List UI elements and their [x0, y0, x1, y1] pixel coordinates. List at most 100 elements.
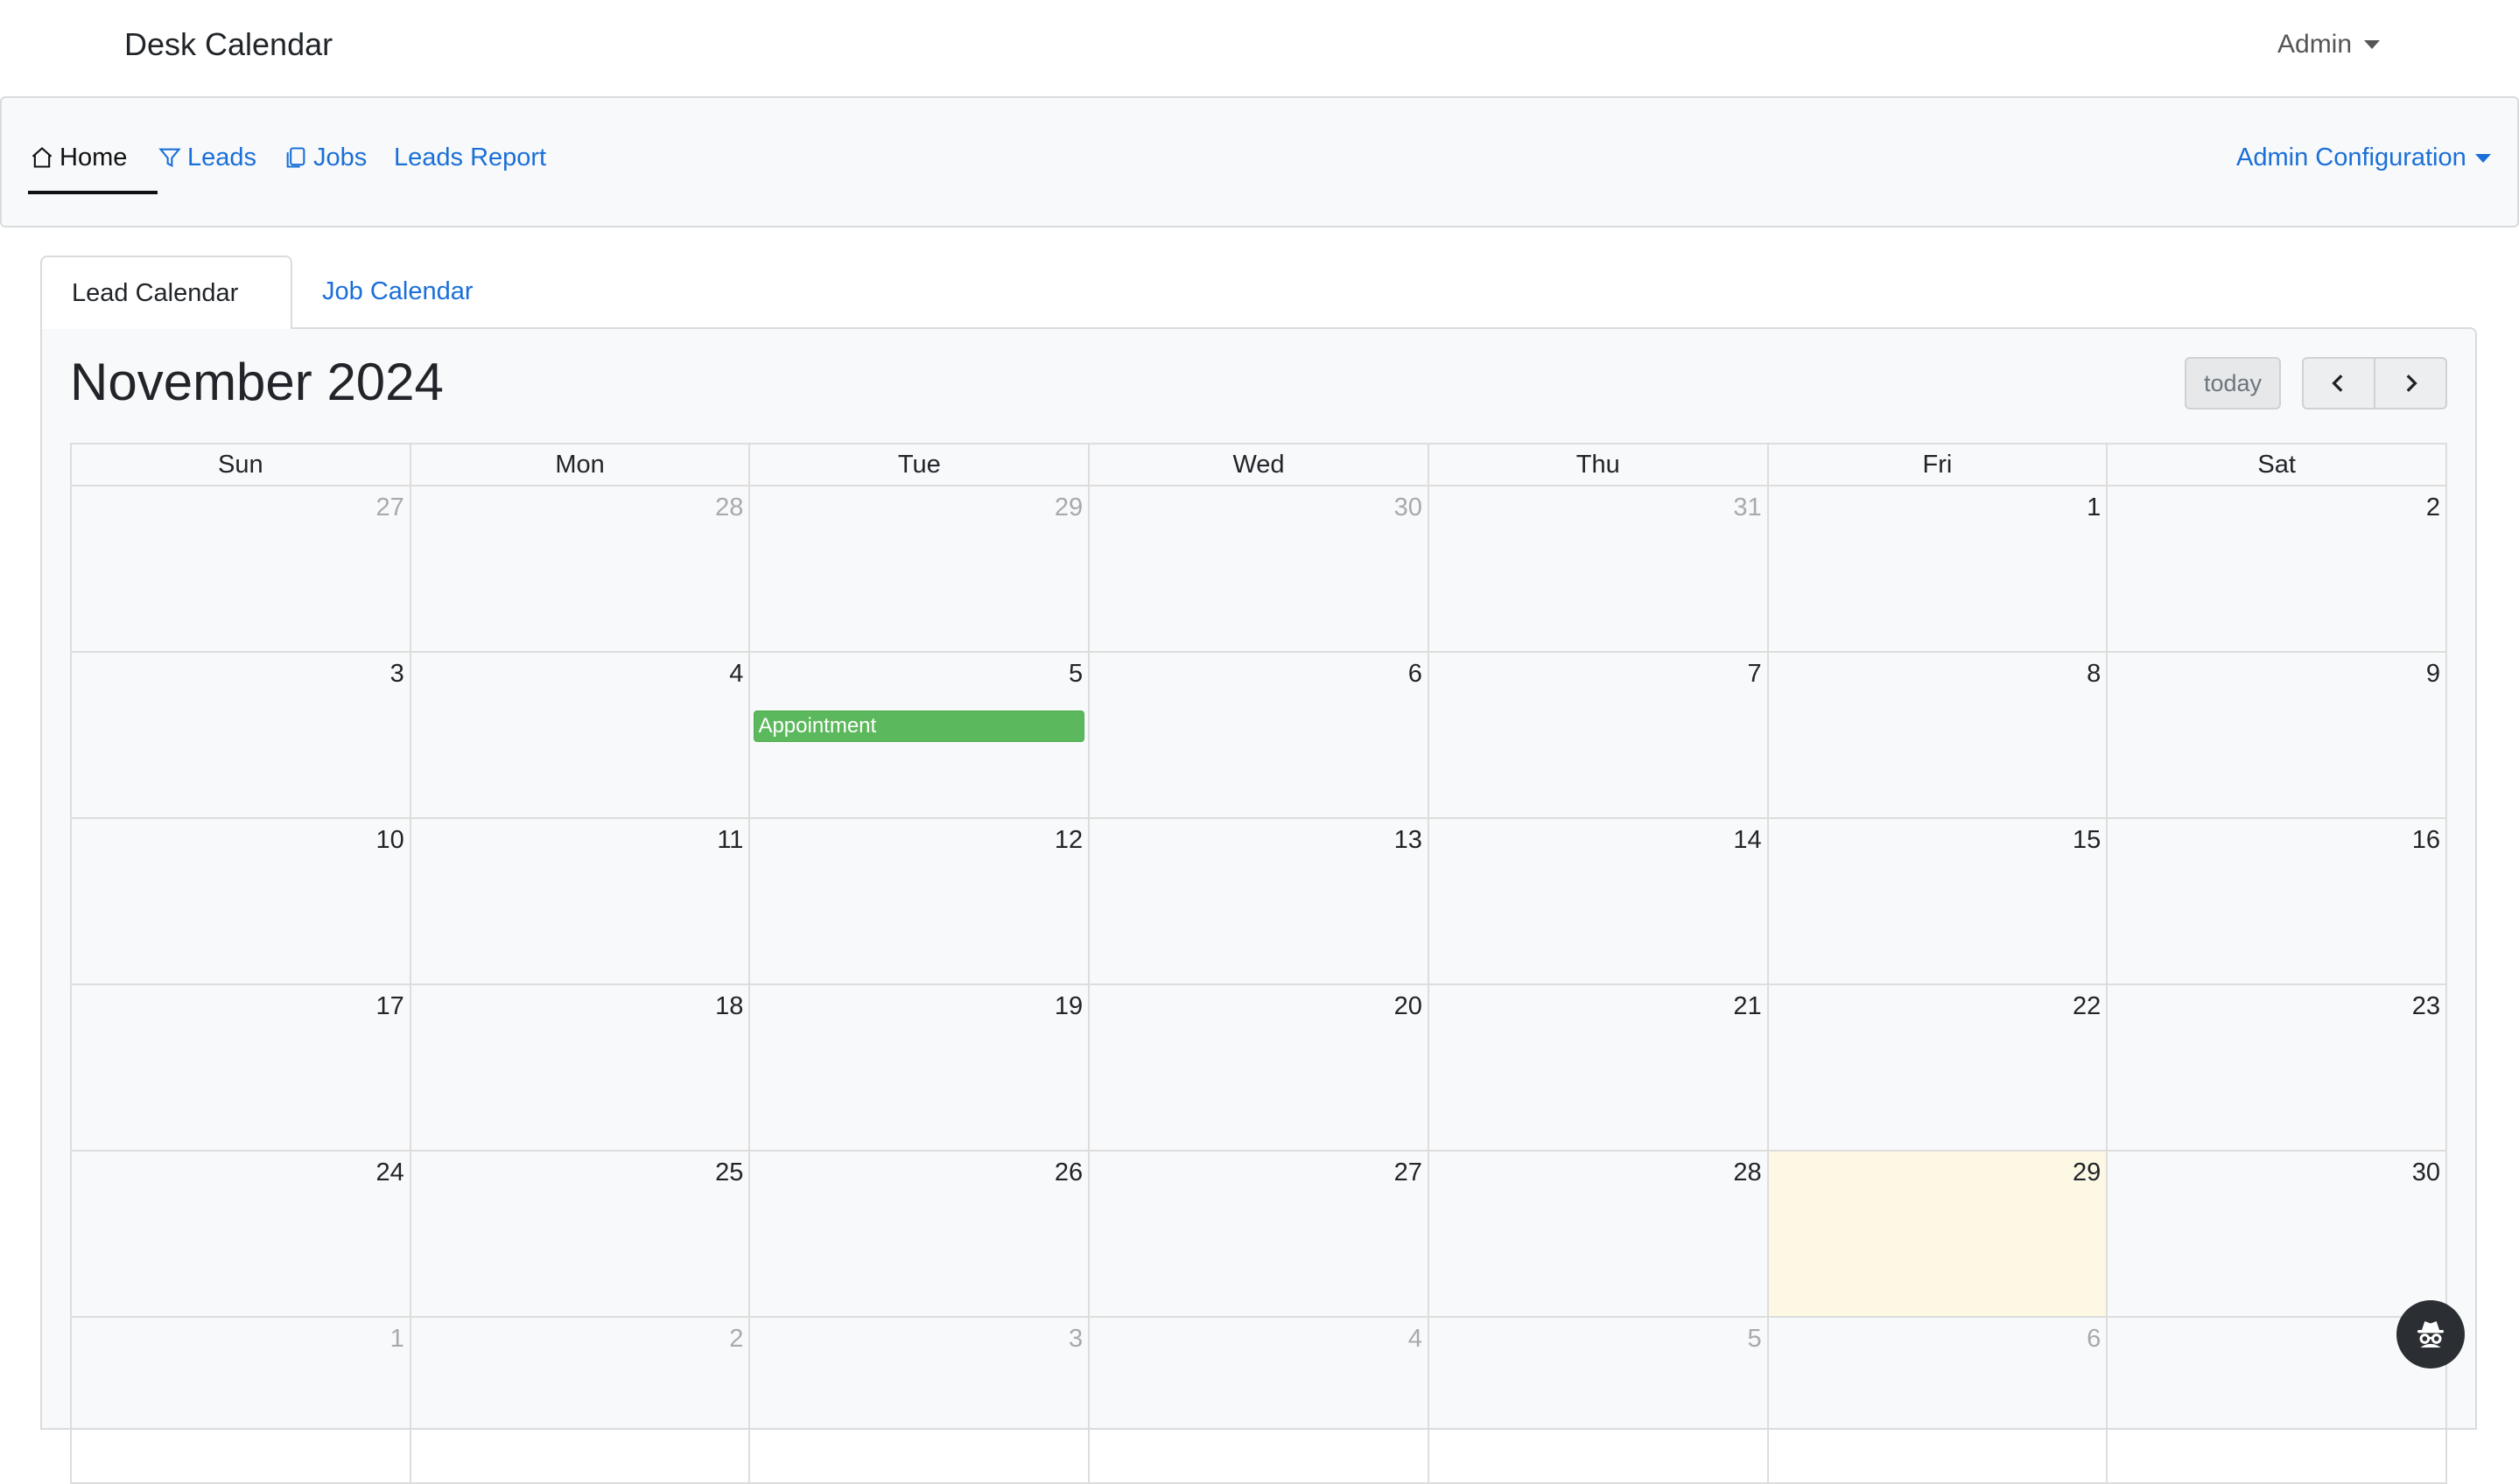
day-cell[interactable]: 28 — [410, 486, 751, 653]
day-number: 3 — [1069, 1325, 1084, 1353]
day-number: 17 — [375, 992, 404, 1020]
calendar-event[interactable]: Appointment — [754, 710, 1085, 742]
day-cell[interactable]: 4 — [1090, 1318, 1429, 1484]
day-number: 27 — [1393, 1158, 1422, 1186]
nav-item-label: Jobs — [313, 143, 368, 172]
day-number: 13 — [1393, 826, 1422, 854]
copy-icon — [286, 147, 305, 168]
nav-item-label: Leads Report — [394, 143, 547, 172]
calendar-grid: Sun Mon Tue Wed Thu Fri Sat 27 28 29 30 31 1 2 3 4 5 App… — [70, 443, 2448, 1484]
calendar-title: November 2024 — [70, 353, 444, 411]
day-cell[interactable]: 16 — [2108, 819, 2448, 985]
prev-next-group — [2302, 357, 2447, 410]
app-title[interactable]: Desk Calendar — [124, 26, 333, 63]
weekday-header: Tue — [750, 444, 1091, 486]
day-number: 7 — [1747, 660, 1762, 688]
day-cell[interactable]: 18 — [410, 985, 751, 1152]
day-cell[interactable]: 19 — [750, 985, 1091, 1152]
active-tab-indicator — [28, 191, 158, 194]
day-cell[interactable]: 23 — [2108, 985, 2448, 1152]
day-cell[interactable]: 27 — [1090, 1152, 1429, 1318]
day-number: 25 — [715, 1158, 744, 1186]
day-number: 30 — [1393, 494, 1422, 522]
nav-item-leads[interactable]: Leads — [158, 140, 256, 175]
user-menu[interactable]: Admin — [2277, 30, 2381, 60]
week-row: 24 25 26 27 28 29 30 — [72, 1152, 2448, 1318]
day-number: 1 — [2087, 494, 2102, 522]
day-number: 23 — [2411, 992, 2441, 1020]
week-row: 10 11 12 13 14 15 16 — [72, 819, 2448, 985]
day-number: 16 — [2411, 826, 2441, 854]
day-cell[interactable]: 9 — [2108, 653, 2448, 819]
day-number: 26 — [1054, 1158, 1084, 1186]
day-cell[interactable]: 6 — [1090, 653, 1429, 819]
day-cell[interactable]: 6 — [1768, 1318, 2109, 1484]
day-number: 5 — [1747, 1325, 1762, 1353]
day-cell[interactable]: 3 — [72, 653, 411, 819]
day-cell[interactable]: 30 — [1090, 486, 1429, 653]
day-cell[interactable]: 20 — [1090, 985, 1429, 1152]
nav-item-home[interactable]: Home — [30, 140, 127, 175]
day-number: 3 — [389, 660, 404, 688]
day-cell[interactable]: 27 — [72, 486, 411, 653]
weekday-header: Fri — [1768, 444, 2109, 486]
day-number: 18 — [715, 992, 744, 1020]
main-nav: Home Leads Jobs Leads Report Admin Confi… — [0, 96, 2519, 228]
admin-configuration-menu[interactable]: Admin Configuration — [2236, 144, 2491, 172]
weekday-header: Sun — [72, 444, 411, 486]
chevron-down-icon — [2364, 40, 2381, 49]
day-cell[interactable]: 2 — [2108, 486, 2448, 653]
day-cell[interactable]: 30 — [2108, 1152, 2448, 1318]
nav-item-jobs[interactable]: Jobs — [284, 140, 367, 175]
day-cell[interactable]: 4 — [410, 653, 751, 819]
day-number: 12 — [1054, 826, 1084, 854]
weekday-header: Wed — [1090, 444, 1429, 486]
day-number: 9 — [2425, 660, 2441, 688]
nav-item-leads-report[interactable]: Leads Report — [394, 140, 546, 175]
day-cell[interactable]: 5 — [1428, 1318, 1769, 1484]
day-number: 14 — [1733, 826, 1762, 854]
day-cell[interactable]: 14 — [1428, 819, 1769, 985]
day-cell[interactable]: 17 — [72, 985, 411, 1152]
day-cell[interactable]: 12 — [750, 819, 1091, 985]
nav-item-label: Home — [60, 143, 128, 172]
today-button[interactable]: today — [2185, 357, 2281, 410]
day-cell[interactable]: 26 — [750, 1152, 1091, 1318]
day-cell[interactable]: 2 — [410, 1318, 751, 1484]
day-number: 2 — [2425, 494, 2441, 522]
admin-configuration-label: Admin Configuration — [2236, 144, 2466, 172]
day-cell[interactable]: 7 — [2108, 1318, 2448, 1484]
day-number: 21 — [1733, 992, 1762, 1020]
day-number: 1 — [389, 1325, 404, 1353]
day-cell[interactable]: 3 — [750, 1318, 1091, 1484]
prev-month-button[interactable] — [2302, 357, 2375, 410]
day-cell[interactable]: 24 — [72, 1152, 411, 1318]
weekday-header-row: Sun Mon Tue Wed Thu Fri Sat — [72, 444, 2448, 486]
day-cell[interactable]: 8 — [1768, 653, 2109, 819]
day-number: 5 — [1069, 660, 1084, 688]
top-bar: Desk Calendar Admin — [0, 0, 2519, 96]
chevron-down-icon — [2474, 153, 2491, 163]
day-cell[interactable]: 7 — [1428, 653, 1769, 819]
tab-lead-calendar[interactable]: Lead Calendar — [40, 256, 292, 329]
day-cell[interactable]: 15 — [1768, 819, 2109, 985]
day-cell[interactable]: 21 — [1428, 985, 1769, 1152]
day-cell[interactable]: 10 — [72, 819, 411, 985]
tab-job-calendar[interactable]: Job Calendar — [292, 256, 523, 329]
day-cell[interactable]: 22 — [1768, 985, 2109, 1152]
day-cell[interactable]: 1 — [72, 1318, 411, 1484]
day-cell[interactable]: 11 — [410, 819, 751, 985]
incognito-icon — [2417, 1321, 2444, 1348]
day-cell[interactable]: 28 — [1428, 1152, 1769, 1318]
day-cell[interactable]: 1 — [1768, 486, 2109, 653]
weekday-header: Thu — [1428, 444, 1769, 486]
next-month-button[interactable] — [2375, 357, 2447, 410]
day-cell[interactable]: 25 — [410, 1152, 751, 1318]
day-cell[interactable]: 5 Appointment — [750, 653, 1091, 819]
day-number: 8 — [2087, 660, 2102, 688]
incognito-button[interactable] — [2396, 1300, 2465, 1368]
day-cell[interactable]: 29 — [750, 486, 1091, 653]
day-cell[interactable]: 13 — [1090, 819, 1429, 985]
day-cell-today[interactable]: 29 — [1768, 1152, 2109, 1318]
day-cell[interactable]: 31 — [1428, 486, 1769, 653]
